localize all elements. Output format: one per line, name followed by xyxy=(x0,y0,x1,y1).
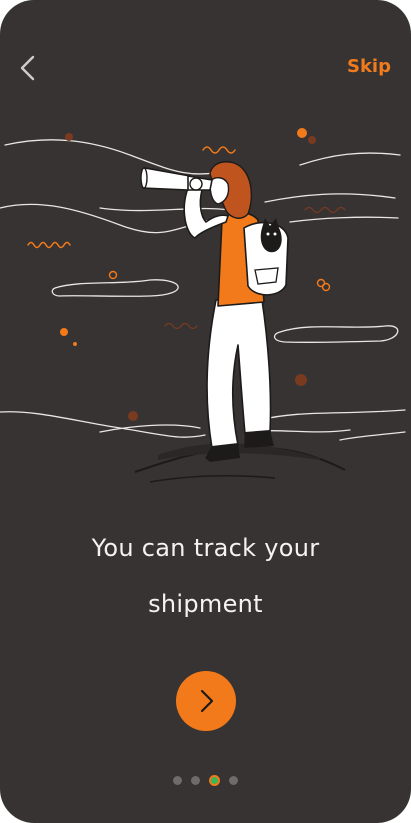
back-button[interactable] xyxy=(10,50,46,86)
page-dot-3-active[interactable] xyxy=(209,775,220,786)
onboarding-screen: Skip You can track your shipment xyxy=(0,0,411,823)
page-dot-4[interactable] xyxy=(229,776,238,785)
page-indicator xyxy=(0,775,411,786)
onboarding-headline: You can track your shipment xyxy=(30,520,381,632)
chevron-right-icon xyxy=(200,689,214,713)
page-dot-1[interactable] xyxy=(173,776,182,785)
page-dot-2[interactable] xyxy=(191,776,200,785)
headline-line-2: shipment xyxy=(148,590,263,618)
explorer-with-telescope-illustration xyxy=(0,128,406,483)
chevron-left-icon xyxy=(20,55,35,81)
skip-button[interactable]: Skip xyxy=(347,56,391,77)
next-button[interactable] xyxy=(176,671,236,731)
headline-line-1: You can track your xyxy=(91,534,320,562)
